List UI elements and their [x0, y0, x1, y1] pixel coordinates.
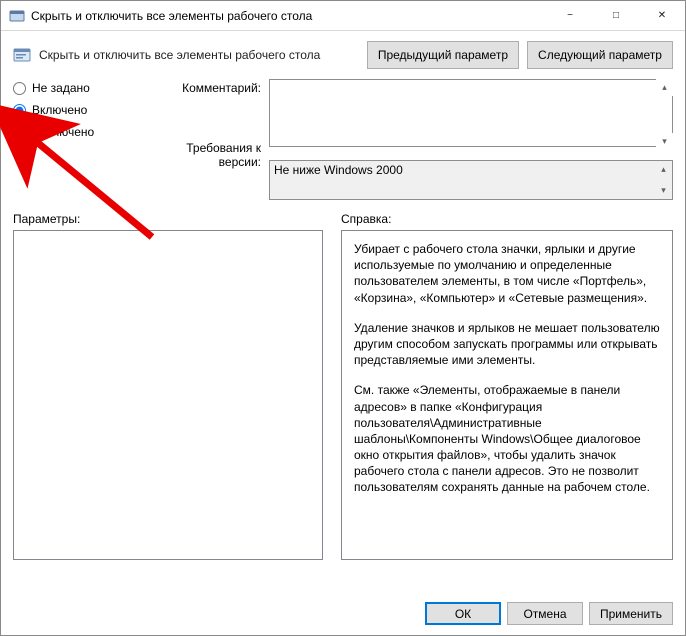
radio-label: Не задано	[32, 81, 90, 95]
requirements-text: Не ниже Windows 2000	[274, 163, 403, 177]
comment-textarea[interactable]	[269, 79, 673, 147]
section-headers: Параметры: Справка:	[1, 208, 685, 230]
dialog-buttons: ОК Отмена Применить	[1, 592, 685, 635]
radio-not-configured-input[interactable]	[13, 82, 26, 95]
radio-disabled-input[interactable]	[13, 126, 26, 139]
help-paragraph: См. также «Элементы, отображаемые в пане…	[354, 382, 660, 495]
options-panel	[13, 230, 323, 560]
help-panel: Убирает с рабочего стола значки, ярлыки …	[341, 230, 673, 560]
field-labels: Комментарий: Требования к версии:	[141, 79, 261, 200]
help-paragraph: Убирает с рабочего стола значки, ярлыки …	[354, 241, 660, 306]
settings-area: Не задано Включено Отключено Комментарий…	[1, 75, 685, 208]
state-radio-group: Не задано Включено Отключено	[13, 79, 133, 200]
gpo-policy-dialog: Скрыть и отключить все элементы рабочего…	[0, 0, 686, 636]
radio-enabled[interactable]: Включено	[13, 103, 133, 117]
titlebar-controls: − □ ✕	[547, 1, 685, 31]
field-inputs: ▴ ▾ Не ниже Windows 2000 ▴ ▾	[269, 79, 673, 200]
previous-setting-button[interactable]: Предыдущий параметр	[367, 41, 519, 69]
close-button[interactable]: ✕	[639, 1, 685, 31]
requirements-box: Не ниже Windows 2000 ▴ ▾	[269, 160, 673, 200]
apply-button[interactable]: Применить	[589, 602, 673, 625]
options-label: Параметры:	[13, 212, 323, 226]
next-setting-button[interactable]: Следующий параметр	[527, 41, 673, 69]
help-paragraph: Удаление значков и ярлыков не мешает пол…	[354, 320, 660, 369]
app-icon	[9, 8, 25, 24]
policy-icon	[13, 46, 31, 64]
scroll-down-icon[interactable]: ▾	[656, 133, 673, 150]
radio-enabled-input[interactable]	[13, 104, 26, 117]
scroll-up-icon[interactable]: ▴	[655, 161, 672, 178]
scroll-up-icon[interactable]: ▴	[656, 79, 673, 96]
titlebar: Скрыть и отключить все элементы рабочего…	[1, 1, 685, 31]
maximize-button[interactable]: □	[593, 1, 639, 31]
scrollbar: ▴ ▾	[656, 79, 673, 150]
policy-title: Скрыть и отключить все элементы рабочего…	[39, 48, 320, 62]
panels: Убирает с рабочего стола значки, ярлыки …	[1, 230, 685, 592]
titlebar-title: Скрыть и отключить все элементы рабочего…	[31, 9, 312, 23]
requirements-label: Требования к версии:	[141, 141, 261, 169]
toolbar: Скрыть и отключить все элементы рабочего…	[1, 31, 685, 75]
radio-not-configured[interactable]: Не задано	[13, 81, 133, 95]
radio-disabled[interactable]: Отключено	[13, 125, 133, 139]
minimize-button[interactable]: −	[547, 1, 593, 31]
scroll-down-icon[interactable]: ▾	[655, 182, 672, 199]
radio-label: Отключено	[32, 125, 94, 139]
help-label: Справка:	[341, 212, 673, 226]
ok-button[interactable]: ОК	[425, 602, 501, 625]
cancel-button[interactable]: Отмена	[507, 602, 583, 625]
radio-label: Включено	[32, 103, 87, 117]
scrollbar: ▴ ▾	[655, 161, 672, 199]
comment-label: Комментарий:	[141, 81, 261, 95]
